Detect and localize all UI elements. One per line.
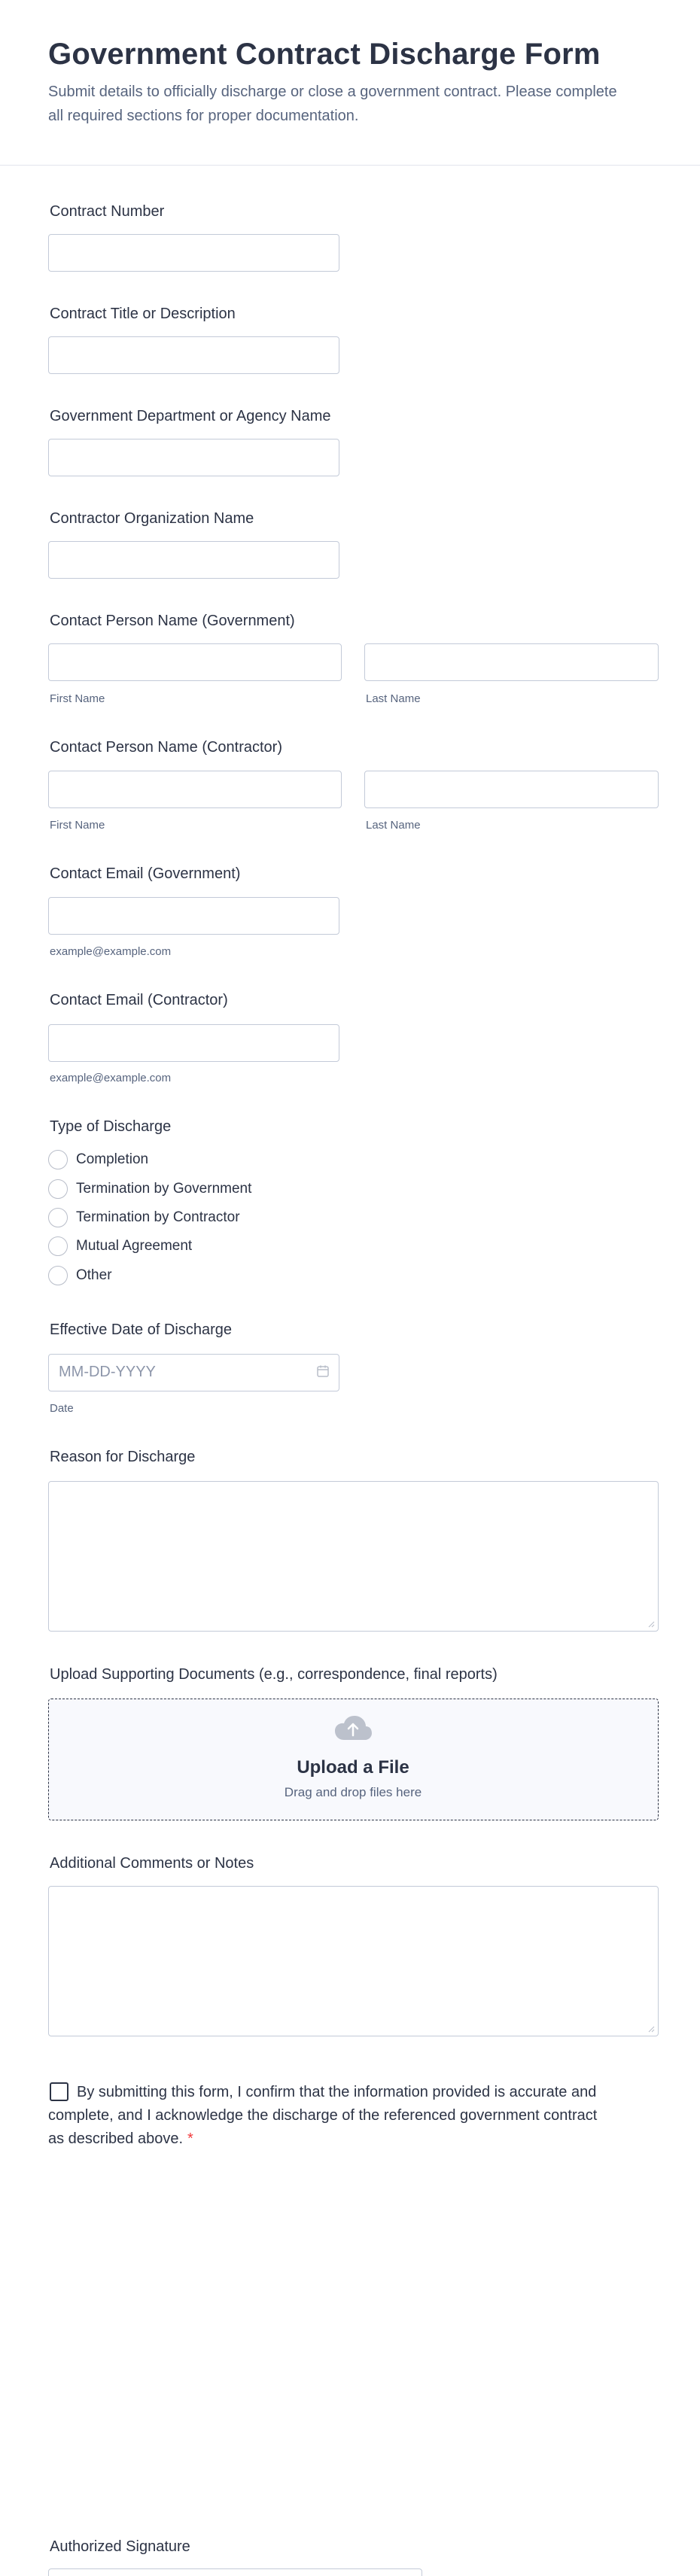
effective-date-sublabel: Date (50, 1402, 74, 1415)
radio-other[interactable] (48, 1266, 68, 1285)
upload-label: Upload Supporting Documents (e.g., corre… (50, 1666, 498, 1683)
form-page: Government Contract Discharge Form Submi… (0, 0, 700, 2576)
form-subtitle: Submit details to officially discharge o… (48, 84, 617, 124)
email-gov-sublabel: example@example.com (50, 945, 172, 958)
form-title: Government Contract Discharge Form (48, 38, 601, 71)
radio-mutual-agreement-label: Mutual Agreement (76, 1238, 193, 1254)
radio-termination-contractor[interactable] (48, 1208, 68, 1227)
consent-text-block: By submitting this form, I confirm that … (48, 2081, 605, 2151)
email-gov-label: Contact Email (Government) (50, 865, 241, 882)
calendar-icon[interactable] (316, 1364, 330, 1378)
email-contractor-input[interactable] (48, 1024, 339, 1062)
resize-grip-icon[interactable] (647, 1620, 655, 1628)
contact-gov-first-name-input[interactable] (48, 643, 342, 681)
radio-other-label: Other (76, 1267, 112, 1283)
required-asterisk: * (187, 2130, 193, 2147)
discharge-type-label: Type of Discharge (50, 1118, 172, 1135)
comments-textarea[interactable] (48, 1886, 659, 2036)
department-label: Government Department or Agency Name (50, 408, 331, 424)
department-input[interactable] (48, 439, 339, 476)
signature-pad[interactable] (48, 2568, 422, 2576)
email-contractor-label: Contact Email (Contractor) (50, 992, 228, 1008)
contract-title-label: Contract Title or Description (50, 306, 236, 322)
radio-termination-government[interactable] (48, 1179, 68, 1199)
effective-date-placeholder: MM-DD-YYYY (59, 1364, 156, 1380)
contact-contractor-first-name-sublabel: First Name (50, 819, 105, 832)
contact-contractor-last-name-sublabel: Last Name (366, 819, 421, 832)
file-upload-dropzone[interactable]: Upload a File Drag and drop files here (48, 1699, 659, 1820)
contract-title-input[interactable] (48, 336, 339, 374)
contract-number-input[interactable] (48, 234, 339, 272)
form-header: Government Contract Discharge Form Submi… (0, 0, 700, 166)
reason-label: Reason for Discharge (50, 1449, 196, 1465)
email-contractor-sublabel: example@example.com (50, 1072, 172, 1084)
upload-subtitle: Drag and drop files here (284, 1785, 422, 1799)
contact-gov-label: Contact Person Name (Government) (50, 613, 295, 629)
signature-label: Authorized Signature (50, 2538, 190, 2555)
consent-text: By submitting this form, I confirm that … (48, 2084, 598, 2147)
reason-textarea[interactable] (48, 1481, 659, 1632)
resize-grip-icon[interactable] (647, 2025, 655, 2033)
radio-termination-government-label: Termination by Government (76, 1181, 252, 1197)
radio-mutual-agreement[interactable] (48, 1236, 68, 1256)
contractor-org-label: Contractor Organization Name (50, 510, 254, 527)
contact-gov-last-name-sublabel: Last Name (366, 692, 421, 705)
radio-completion-label: Completion (76, 1151, 149, 1167)
radio-termination-contractor-label: Termination by Contractor (76, 1209, 240, 1225)
comments-label: Additional Comments or Notes (50, 1855, 254, 1872)
cloud-upload-icon (335, 1716, 372, 1740)
email-gov-input[interactable] (48, 897, 339, 935)
contact-contractor-last-name-input[interactable] (364, 771, 659, 808)
upload-title: Upload a File (297, 1757, 409, 1778)
contact-gov-last-name-input[interactable] (364, 643, 659, 681)
contractor-org-input[interactable] (48, 541, 339, 579)
radio-completion[interactable] (48, 1150, 68, 1169)
contract-number-label: Contract Number (50, 203, 165, 220)
contact-contractor-label: Contact Person Name (Contractor) (50, 739, 283, 756)
contact-contractor-first-name-input[interactable] (48, 771, 342, 808)
effective-date-label: Effective Date of Discharge (50, 1321, 232, 1338)
contact-gov-first-name-sublabel: First Name (50, 692, 105, 705)
